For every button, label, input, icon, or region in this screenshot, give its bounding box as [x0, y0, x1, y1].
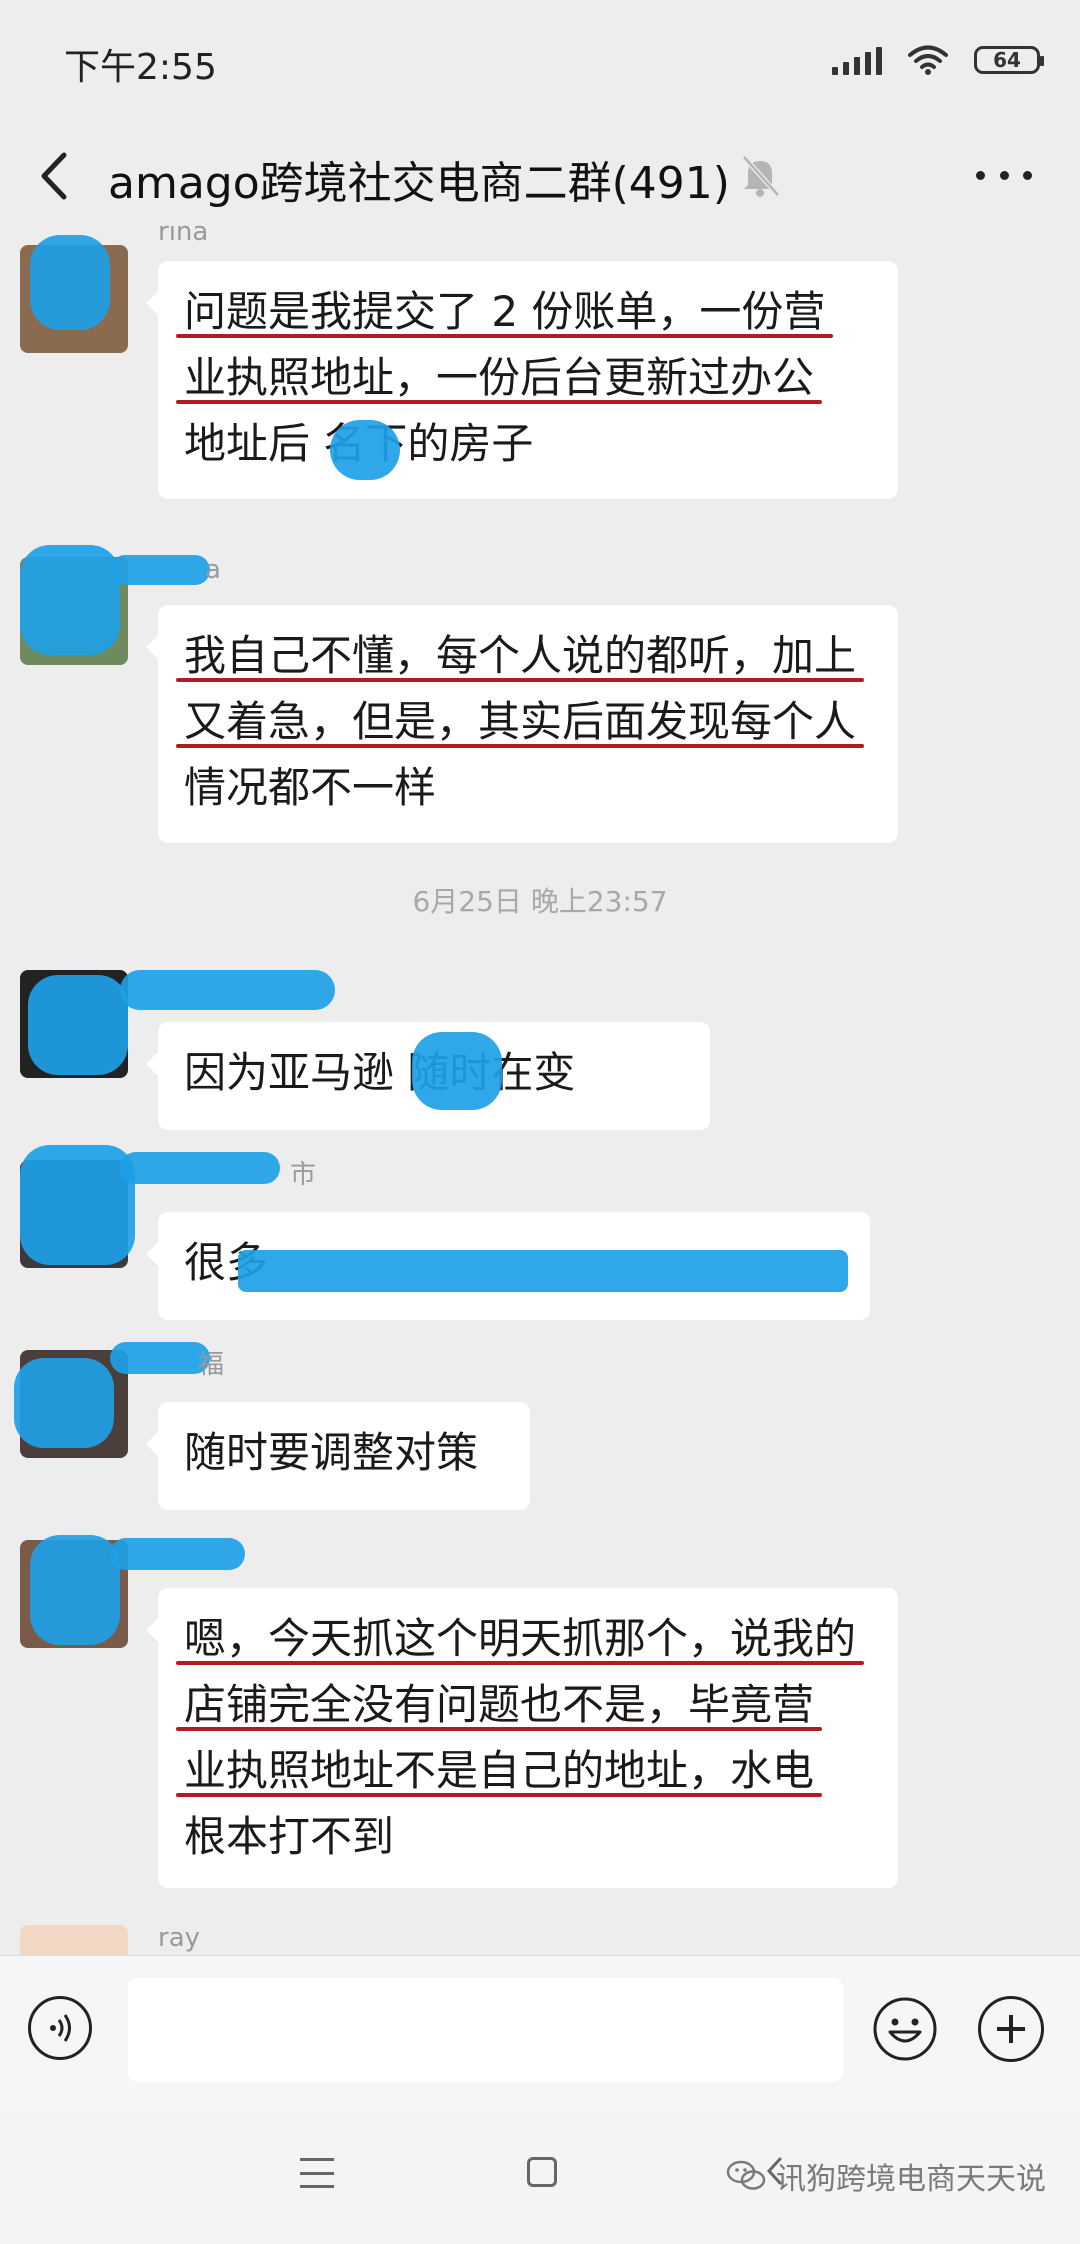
signal-icon — [832, 45, 882, 75]
wechat-icon — [726, 2160, 766, 2190]
message-bubble[interactable]: 我自己不懂，每个人说的都听，加上 又着急，但是，其实后面发现每个人 情况都不一样 — [146, 605, 898, 843]
status-bar: 下午2:55 64 — [0, 0, 1080, 125]
emoji-icon[interactable] — [872, 1996, 938, 2062]
avatar[interactable] — [20, 1925, 128, 1955]
message-list[interactable]: rina 问题是我提交了 2 份账单，一份营 业执照地址，一份后台更新过办公 地… — [0, 225, 1080, 1955]
message-bubble[interactable]: 问题是我提交了 2 份账单，一份营 业执照地址，一份后台更新过办公 地址后 名下… — [146, 261, 898, 499]
message-line: 情况都不一样 — [184, 763, 437, 812]
redaction-mark — [110, 1538, 245, 1570]
message-line: 根本打不到 — [184, 1812, 395, 1861]
message-line: 业执照地址不是自己的地址，水电 — [184, 1746, 815, 1795]
menu-icon[interactable] — [300, 2158, 334, 2188]
chat-title: amago跨境社交电商二群(491) — [108, 158, 730, 209]
sender-name: ray — [158, 1923, 201, 1953]
redaction-mark — [120, 970, 335, 1010]
message-bubble[interactable]: 随时要调整对策 — [146, 1402, 530, 1510]
chevron-left-icon[interactable] — [30, 149, 80, 203]
battery-indicator: 64 — [974, 46, 1044, 74]
watermark-text: 讯狗跨境电商天天说 — [776, 2162, 1046, 2197]
message-line: 又着急，但是，其实后面发现每个人 — [184, 697, 857, 746]
watermark: 讯狗跨境电商天天说 — [726, 2154, 1046, 2198]
sender-name: 市 — [290, 1160, 317, 1190]
message-line: 店铺完全没有问题也不是，毕竟营 — [184, 1680, 815, 1729]
redaction-mark — [238, 1250, 848, 1292]
message-line: 随时要调整对策 — [184, 1428, 479, 1477]
redaction-mark — [412, 1032, 502, 1110]
message-bubble[interactable]: 嗯，今天抓这个明天抓那个，说我的 店铺完全没有问题也不是，毕竟营 业执照地址不是… — [146, 1588, 898, 1888]
status-icons: 64 — [832, 44, 1044, 76]
redaction-mark — [120, 1152, 280, 1184]
message-line: 嗯，今天抓这个明天抓那个，说我的 — [184, 1614, 857, 1663]
message-input[interactable] — [128, 1978, 843, 2082]
redaction-mark — [110, 1342, 210, 1374]
message-line: 因为亚马逊 随时在变 — [184, 1048, 576, 1097]
time-divider: 6月25日 晚上23:57 — [412, 885, 668, 918]
sender-name: a — [205, 555, 221, 585]
voice-icon[interactable] — [28, 1996, 92, 2060]
home-icon[interactable] — [527, 2157, 557, 2187]
redaction-mark — [14, 1358, 114, 1448]
message-line: 问题是我提交了 2 份账单，一份营 — [184, 287, 826, 336]
message-line: 业执照地址，一份后台更新过办公 — [184, 353, 815, 402]
bell-mute-icon — [742, 155, 780, 197]
redaction-mark — [20, 1145, 135, 1265]
input-bar — [0, 1955, 1080, 2111]
redaction-mark — [30, 235, 110, 330]
redaction-mark — [28, 975, 128, 1075]
status-time: 下午2:55 — [64, 47, 217, 88]
chat-header: amago跨境社交电商二群(491) — [0, 125, 1080, 225]
plus-icon[interactable] — [978, 1996, 1044, 2062]
wifi-icon — [908, 45, 948, 75]
system-nav-bar: 讯狗跨境电商天天说 — [0, 2110, 1080, 2244]
redaction-mark — [20, 545, 120, 655]
sender-name: rina — [158, 225, 209, 247]
more-dots-icon[interactable] — [976, 155, 1032, 195]
redaction-mark — [110, 555, 210, 585]
redaction-mark — [330, 420, 400, 480]
redaction-mark — [30, 1535, 120, 1645]
sender-name: 福 — [198, 1350, 225, 1380]
message-line: 我自己不懂，每个人说的都听，加上 — [184, 631, 857, 680]
